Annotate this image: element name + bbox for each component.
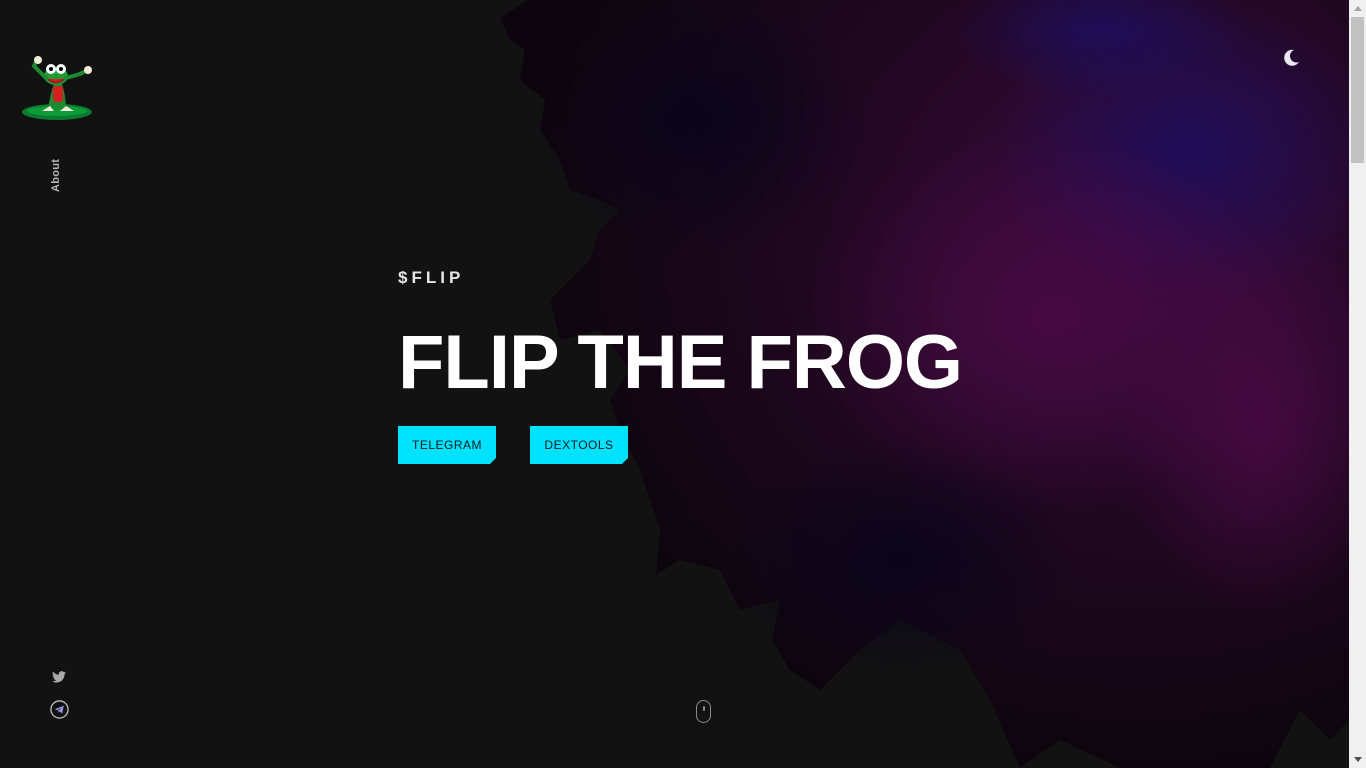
nav-about-link[interactable]: About xyxy=(50,156,66,192)
telegram-link[interactable] xyxy=(49,699,69,719)
dextools-button[interactable]: DEXTOOLS xyxy=(530,426,628,464)
twitter-link[interactable] xyxy=(49,667,69,687)
mouse-wheel xyxy=(703,706,705,711)
telegram-icon xyxy=(49,699,69,719)
scroll-down-arrow-icon[interactable] xyxy=(1349,751,1366,768)
twitter-icon xyxy=(52,671,66,683)
moon-icon[interactable] xyxy=(1280,47,1302,69)
token-ticker: $FLIP xyxy=(398,268,465,287)
telegram-button[interactable]: TELEGRAM xyxy=(398,426,496,464)
scroll-up-arrow-icon[interactable] xyxy=(1349,0,1366,17)
frog-mascot-logo[interactable] xyxy=(20,54,96,122)
page: About $FLIP FLIP THE FROG TELEGRAM DEXTO… xyxy=(0,0,1366,768)
page-title: FLIP THE FROG xyxy=(398,320,963,405)
mouse-scroll-icon[interactable] xyxy=(696,700,711,723)
scrollbar-thumb[interactable] xyxy=(1351,17,1364,163)
scrollbar[interactable] xyxy=(1349,0,1366,768)
